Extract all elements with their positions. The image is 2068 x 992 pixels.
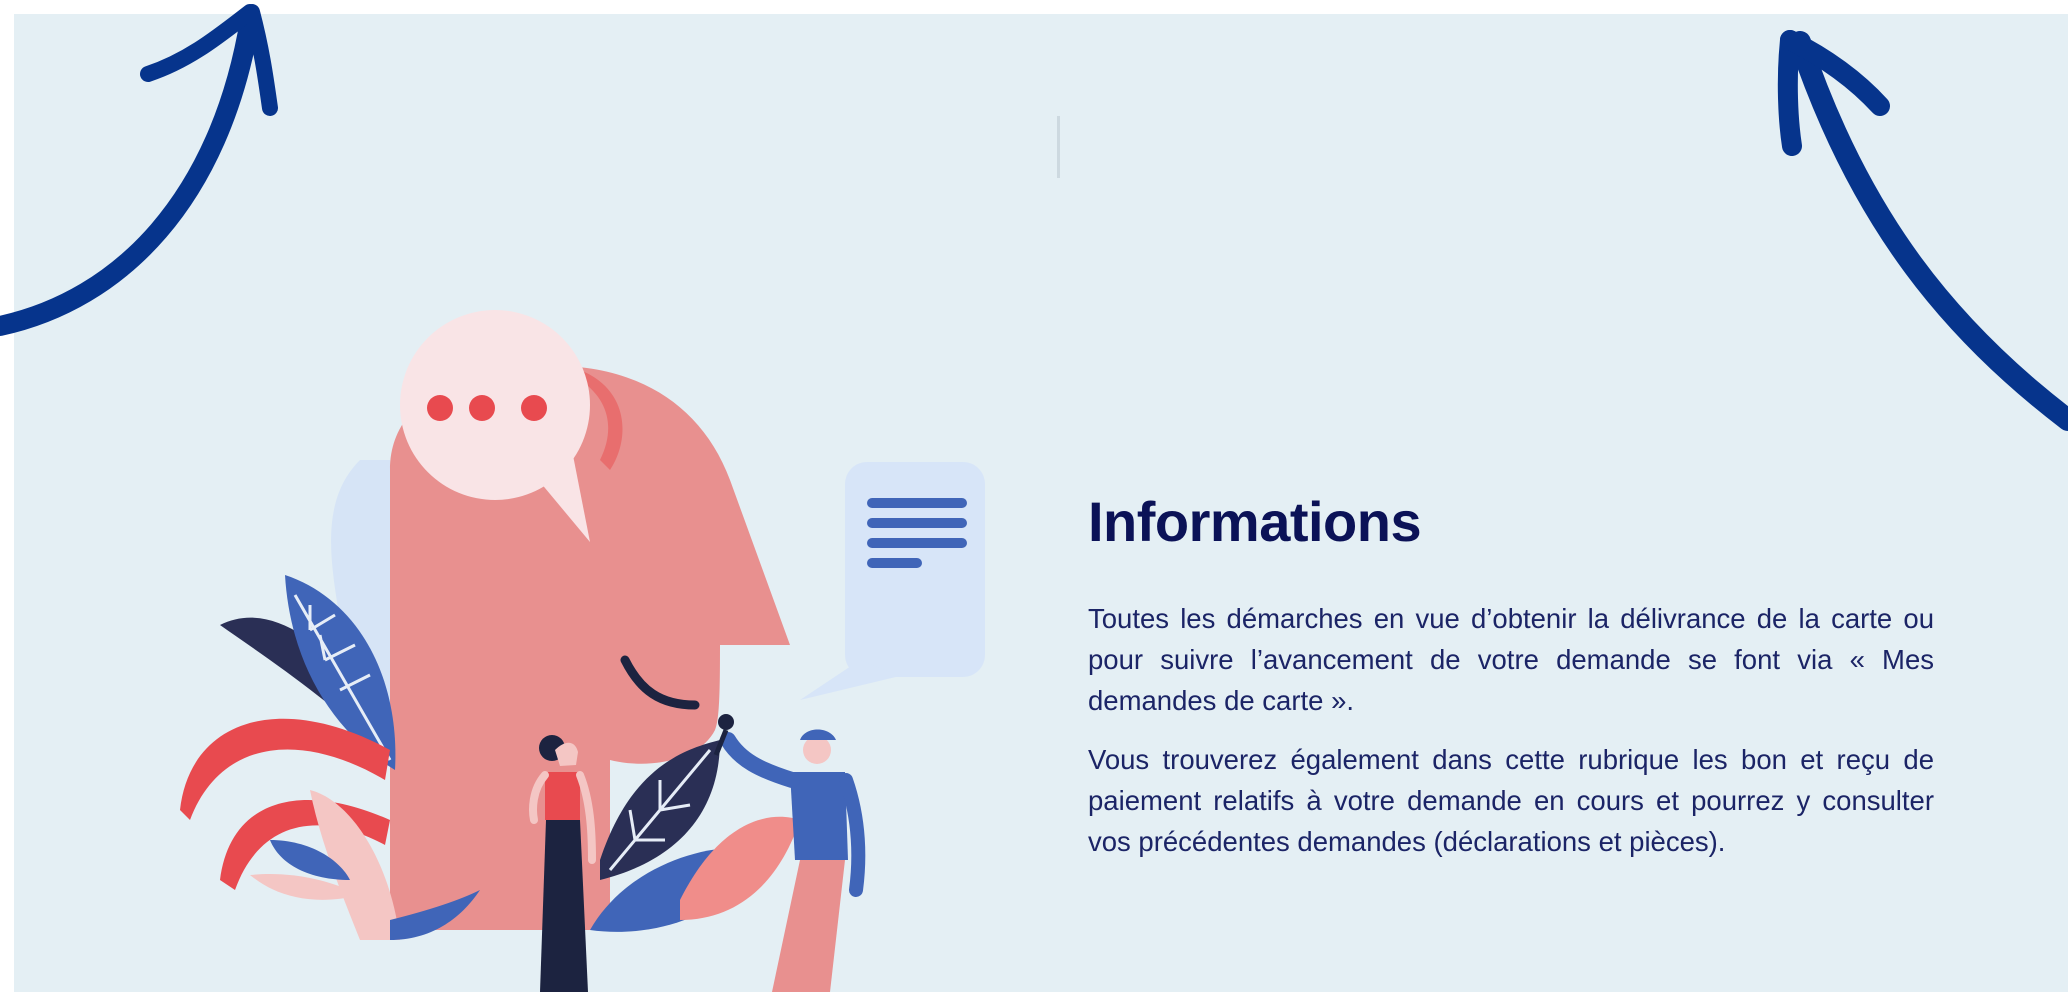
arrow-right-icon: [1777, 30, 2068, 431]
info-paragraph-1: Toutes les démarches en vue d’obtenir la…: [1088, 603, 1934, 716]
document-lines-icon: [800, 462, 985, 700]
info-section: Informations Toutes les démarches en vue…: [1088, 486, 1934, 880]
illustration: [180, 310, 985, 992]
info-paragraph-2: Vous trouverez également dans cette rubr…: [1088, 744, 1934, 857]
header-divider: [1057, 116, 1060, 178]
info-title: Informations: [1088, 490, 1422, 553]
